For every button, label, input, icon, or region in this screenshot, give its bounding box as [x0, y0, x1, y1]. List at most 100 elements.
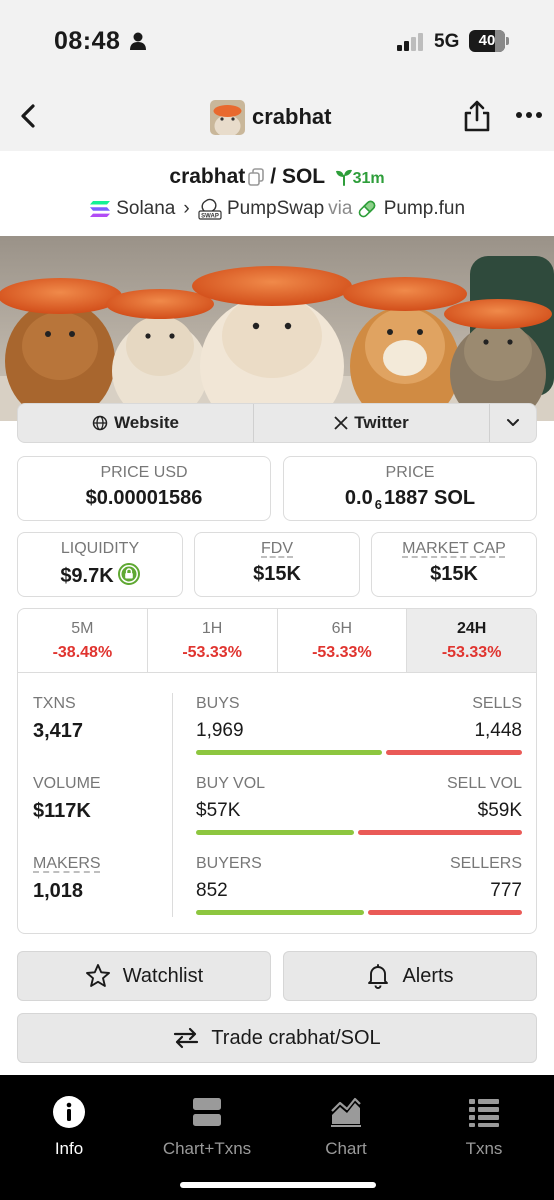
tab-1h[interactable]: 1H -53.33% [148, 609, 278, 672]
info-icon [53, 1096, 85, 1128]
lock-icon[interactable] [117, 563, 140, 585]
chain-link[interactable]: Solana [116, 198, 175, 219]
price-sol-value: 0.0 6 1887 SOL [284, 487, 536, 512]
makers-metric[interactable]: MAKERS 1,018 [33, 855, 173, 903]
alerts-button[interactable]: Alerts [283, 951, 537, 1001]
fdv-label: FDV [261, 540, 293, 557]
more-icon[interactable] [514, 107, 544, 123]
liquidity-label: LIQUIDITY [60, 540, 140, 557]
pill-icon [359, 200, 376, 218]
market-cap-value: $15K [430, 563, 478, 585]
solana-icon [89, 201, 110, 217]
metrics-divider [172, 693, 173, 917]
battery-icon: 40 [469, 30, 505, 52]
more-links-button[interactable] [490, 404, 536, 442]
buys-bar [196, 750, 382, 755]
links-bar: Website Twitter [17, 403, 537, 443]
buyers-value: 852 [196, 880, 228, 901]
dex-link[interactable]: PumpSwap [227, 198, 324, 219]
chevron-right-icon: › [183, 198, 190, 220]
base-symbol: crabhat [169, 165, 246, 188]
globe-icon [92, 415, 108, 431]
launchpad-link[interactable]: Pump.fun [384, 198, 465, 219]
area-chart-icon [331, 1097, 361, 1127]
txns-label: TXNS [33, 695, 76, 712]
sellers-label: SELLERS [449, 855, 522, 872]
pumpswap-icon: SWAP [198, 198, 222, 220]
price-sol-prefix: 0.0 [344, 487, 373, 509]
watchlist-button[interactable]: Watchlist [17, 951, 271, 1001]
fdv-value: $15K [253, 563, 301, 585]
buys-sells-metric: BUYS SELLS 1,969 1,448 [196, 695, 522, 755]
home-indicator [180, 1182, 376, 1188]
price-sol-label: PRICE [385, 464, 435, 481]
via-label: via [328, 198, 353, 220]
price-usd-label: PRICE USD [100, 464, 188, 481]
network-type: 5G [434, 31, 460, 52]
token-info: crabhat / SOL 31m Solana › SWAP PumpSwap via… [0, 151, 554, 1075]
back-icon[interactable] [14, 101, 44, 131]
tab-chart-txns[interactable]: Chart+Txns [152, 1095, 262, 1159]
fdv-card[interactable]: FDV $15K [194, 532, 360, 597]
market-cap-card[interactable]: MARKET CAP $15K [371, 532, 537, 597]
twitter-label: Twitter [354, 413, 409, 432]
makers-label: MAKERS [33, 855, 101, 872]
price-usd-value: $0.00001586 [85, 487, 203, 509]
sell-vol-value: $59K [477, 800, 522, 821]
txns-metric: TXNS 3,417 [33, 695, 173, 743]
volume-metric: VOLUME $117K [33, 775, 173, 823]
buy-vol-bar [196, 830, 354, 835]
tab-chart[interactable]: Chart [291, 1095, 401, 1159]
twitter-button[interactable]: Twitter [254, 404, 490, 442]
star-icon [85, 964, 110, 987]
market-cap-label: MARKET CAP [402, 540, 506, 557]
trade-button[interactable]: Trade crabhat/SOL [17, 1013, 537, 1063]
tab-24h[interactable]: 24H -53.33% [407, 609, 536, 672]
bell-icon [368, 964, 389, 989]
battery-level: 40 [478, 32, 496, 49]
buyers-sellers-metric: BUYERS SELLERS 852 777 [196, 855, 522, 915]
sells-value: 1,448 [474, 720, 522, 741]
copy-icon[interactable] [248, 168, 265, 187]
price-change: -38.48% [52, 644, 113, 661]
tab-label: 24H [456, 620, 487, 637]
price-sol-zero-count: 6 [374, 497, 382, 512]
buys-label: BUYS [196, 695, 240, 712]
tab-6h[interactable]: 6H -53.33% [278, 609, 408, 672]
watchlist-label: Watchlist [122, 964, 204, 987]
alerts-label: Alerts [402, 964, 454, 987]
status-bar: 08:48 5G 40 [0, 0, 554, 84]
chart-txns-icon [193, 1098, 221, 1126]
share-icon[interactable] [462, 99, 492, 133]
nav-header: crabhat [0, 84, 554, 151]
buyers-label: BUYERS [196, 855, 262, 872]
buyers-bar [196, 910, 364, 915]
sprout-icon [335, 170, 352, 187]
sellers-value: 777 [490, 880, 522, 901]
tab-info[interactable]: Info [14, 1095, 124, 1159]
price-change: -53.33% [441, 644, 502, 661]
sell-vol-bar [358, 830, 522, 835]
timeframe-tabs: 5M -38.48% 1H -53.33% 6H -53.33% 24H -53.33% [18, 609, 536, 673]
swap-arrows-icon [174, 1027, 199, 1049]
trade-label: Trade crabhat/SOL [211, 1026, 381, 1049]
buys-value: 1,969 [196, 720, 244, 741]
tab-5m[interactable]: 5M -38.48% [18, 609, 148, 672]
battery-nub [506, 37, 509, 45]
chevron-down-icon [507, 419, 519, 426]
sell-vol-label: SELL VOL [446, 775, 522, 792]
buy-vol-label: BUY VOL [196, 775, 266, 792]
page-title: crabhat [252, 104, 332, 129]
list-icon [469, 1099, 499, 1127]
liquidity-card: LIQUIDITY $9.7K [17, 532, 183, 597]
sellers-bar [368, 910, 522, 915]
person-icon [130, 32, 146, 50]
price-change: -53.33% [312, 644, 372, 661]
buy-vol-value: $57K [196, 800, 241, 821]
signal-icon [397, 33, 423, 51]
website-button[interactable]: Website [18, 404, 254, 442]
sells-label: SELLS [472, 695, 522, 712]
liquidity-row: $9.7K [18, 563, 182, 588]
website-label: Website [114, 413, 179, 432]
tab-txns[interactable]: Txns [429, 1095, 539, 1159]
